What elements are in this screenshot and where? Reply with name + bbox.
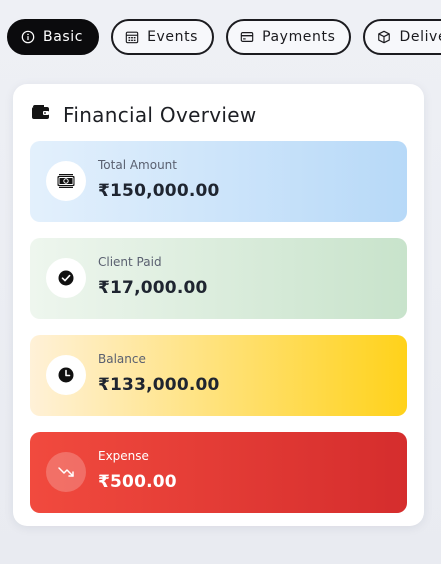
tab-deliverables[interactable]: Deliverables: [363, 19, 441, 55]
tab-label: Events: [147, 29, 199, 45]
trend-down-icon: [46, 452, 86, 492]
balance-tile: Balance ₹133,000.00: [30, 335, 407, 416]
total-amount-tile: Total Amount ₹150,000.00: [30, 141, 407, 222]
card-title: Financial Overview: [63, 103, 257, 127]
stat-value: ₹17,000.00: [98, 278, 208, 298]
tab-label: Basic: [43, 29, 84, 45]
check-circle-icon: [46, 258, 86, 298]
stat-label: Client Paid: [98, 255, 162, 269]
info-icon: [21, 30, 35, 44]
box-icon: [377, 30, 391, 44]
client-paid-tile: Client Paid ₹17,000.00: [30, 238, 407, 319]
financial-overview-card: Financial Overview Total Amount ₹150,000…: [13, 84, 424, 526]
tab-label: Deliverables: [399, 29, 441, 45]
expense-tile: Expense ₹500.00: [30, 432, 407, 513]
calendar-icon: [125, 30, 139, 44]
stat-value: ₹133,000.00: [98, 375, 220, 395]
stat-label: Expense: [98, 449, 149, 463]
clock-icon: [46, 355, 86, 395]
tab-payments[interactable]: Payments: [226, 19, 352, 55]
stat-label: Balance: [98, 352, 146, 366]
credit-card-icon: [240, 30, 254, 44]
money-icon: [46, 161, 86, 201]
stat-value: ₹500.00: [98, 472, 177, 492]
stat-value: ₹150,000.00: [98, 181, 220, 201]
wallet-icon: [31, 104, 49, 120]
stat-label: Total Amount: [98, 158, 177, 172]
tab-basic[interactable]: Basic: [7, 19, 100, 55]
card-header: Financial Overview: [31, 100, 257, 127]
tab-bar: Basic Events Payments Deliverables: [7, 19, 441, 56]
tab-events[interactable]: Events: [111, 19, 215, 55]
tab-label: Payments: [262, 29, 336, 45]
